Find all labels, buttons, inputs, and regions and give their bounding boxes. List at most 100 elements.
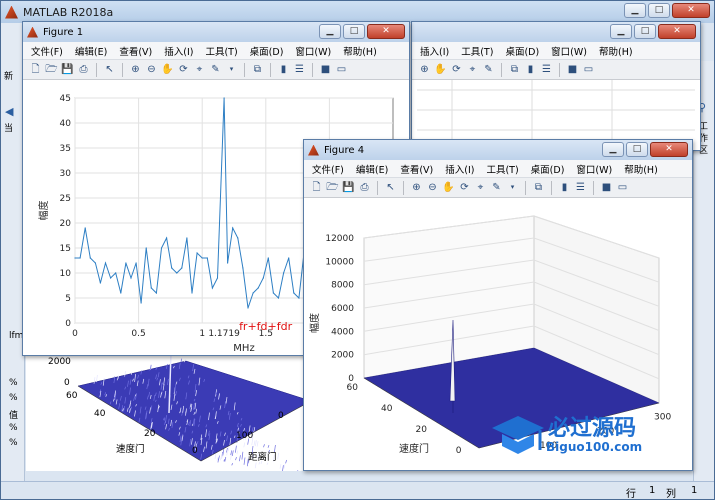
close-button[interactable]: ✕: [672, 3, 710, 18]
fig4-minimize-button[interactable]: ▁: [602, 142, 624, 157]
link-icon[interactable]: ⧉: [251, 63, 264, 76]
fig1-data-point: [196, 252, 198, 254]
legend-icon[interactable]: ☰: [574, 181, 587, 194]
new-file-icon[interactable]: 🗋: [310, 181, 323, 194]
cmd-line-2: %: [9, 393, 18, 403]
data-cursor-icon[interactable]: ⌖: [474, 181, 487, 194]
bg-menu-tools[interactable]: 工具(T): [461, 44, 493, 58]
fig1-data-point: [257, 287, 259, 289]
figure4-toolbar: 🗋 🗁 💾 ⎙ ↖ ⊕ ⊖ ✋ ⟳ ⌖ ✎ ▾ ⧉ ▮ ☰ ■ ▭: [304, 178, 692, 198]
matlab-titlebar: MATLAB R2018a ▁ □ ✕: [1, 1, 714, 23]
fig1-data-point: [155, 292, 157, 294]
save-icon[interactable]: 💾: [342, 181, 355, 194]
bg-noise-spike: [243, 442, 246, 448]
menu-help[interactable]: 帮助(H): [343, 44, 377, 58]
menu-desktop[interactable]: 桌面(D): [531, 162, 565, 176]
figure4-menubar: 文件(F) 编辑(E) 查看(V) 插入(I) 工具(T) 桌面(D) 窗口(W…: [304, 160, 692, 178]
new-file-icon[interactable]: 🗋: [29, 63, 42, 76]
zoom-out-icon[interactable]: ⊖: [426, 181, 439, 194]
pan-icon[interactable]: ✋: [442, 181, 455, 194]
brush-icon[interactable]: ✎: [490, 181, 503, 194]
fig1-maximize-button[interactable]: □: [343, 24, 365, 39]
menu-insert[interactable]: 插入(I): [445, 162, 474, 176]
bg-noise-spike: [243, 457, 246, 465]
menu-file[interactable]: 文件(F): [31, 44, 63, 58]
bg-minimize-button[interactable]: ▁: [610, 24, 632, 39]
rotate-icon[interactable]: ⟳: [450, 63, 463, 76]
fig1-data-point: [201, 257, 203, 259]
save-icon[interactable]: 💾: [61, 63, 74, 76]
legend-icon[interactable]: ☰: [293, 63, 306, 76]
zoom-in-icon[interactable]: ⊕: [418, 63, 431, 76]
pan-icon[interactable]: ✋: [434, 63, 447, 76]
data-cursor-icon[interactable]: ⌖: [466, 63, 479, 76]
fig1-data-point: [166, 237, 168, 239]
bg-noise-spike: [214, 453, 217, 459]
matlab-title: MATLAB R2018a: [23, 5, 114, 19]
link-icon[interactable]: ⧉: [508, 63, 521, 76]
brush-icon[interactable]: ✎: [209, 63, 222, 76]
zoom-in-icon[interactable]: ⊕: [410, 181, 423, 194]
hide-icon[interactable]: ■: [600, 181, 613, 194]
toolbar-separator: [551, 180, 552, 195]
link-icon[interactable]: ⧉: [532, 181, 545, 194]
menu-desktop[interactable]: 桌面(D): [250, 44, 284, 58]
colorbar-icon[interactable]: ▮: [277, 63, 290, 76]
menu-tools[interactable]: 工具(T): [486, 162, 518, 176]
maximize-button[interactable]: □: [648, 3, 670, 18]
menu-file[interactable]: 文件(F): [312, 162, 344, 176]
pointer-icon[interactable]: ↖: [384, 181, 397, 194]
fig1-data-point: [74, 257, 76, 259]
menu-window[interactable]: 窗口(W): [295, 44, 331, 58]
colorbar-icon[interactable]: ▮: [558, 181, 571, 194]
menu-view[interactable]: 查看(V): [400, 162, 433, 176]
open-folder-icon[interactable]: 🗁: [45, 63, 58, 76]
dropdown-arrow-icon[interactable]: ▾: [506, 181, 519, 194]
fig4-maximize-button[interactable]: □: [626, 142, 648, 157]
bg-menu-help[interactable]: 帮助(H): [599, 44, 633, 58]
bg-menu-insert[interactable]: 插入(I): [420, 44, 449, 58]
bg-maximize-button[interactable]: □: [634, 24, 656, 39]
zoom-in-icon[interactable]: ⊕: [129, 63, 142, 76]
dock-icon[interactable]: ▭: [582, 63, 595, 76]
bg-menu-desktop[interactable]: 桌面(D): [505, 44, 539, 58]
toolbar-separator: [559, 62, 560, 77]
pan-icon[interactable]: ✋: [161, 63, 174, 76]
rotate-icon[interactable]: ⟳: [458, 181, 471, 194]
legend-icon[interactable]: ☰: [540, 63, 553, 76]
menu-window[interactable]: 窗口(W): [576, 162, 612, 176]
open-folder-icon[interactable]: 🗁: [326, 181, 339, 194]
menu-edit[interactable]: 编辑(E): [356, 162, 388, 176]
dock-icon[interactable]: ▭: [335, 63, 348, 76]
cmd-line-3: 值: [9, 411, 19, 421]
data-cursor-icon[interactable]: ⌖: [193, 63, 206, 76]
print-icon[interactable]: ⎙: [358, 181, 371, 194]
figure-icon: [27, 26, 38, 38]
brush-icon[interactable]: ✎: [482, 63, 495, 76]
bg-ytick-60: 60: [66, 391, 78, 401]
hide-icon[interactable]: ■: [566, 63, 579, 76]
menu-tools[interactable]: 工具(T): [205, 44, 237, 58]
fig1-close-button[interactable]: ✕: [367, 24, 405, 39]
rotate-icon[interactable]: ⟳: [177, 63, 190, 76]
print-icon[interactable]: ⎙: [77, 63, 90, 76]
dropdown-arrow-icon[interactable]: ▾: [225, 63, 238, 76]
menu-help[interactable]: 帮助(H): [624, 162, 658, 176]
back-arrow-icon[interactable]: ◀: [5, 105, 13, 118]
zoom-out-icon[interactable]: ⊖: [145, 63, 158, 76]
bg-close-button[interactable]: ✕: [658, 24, 696, 39]
menu-insert[interactable]: 插入(I): [164, 44, 193, 58]
fig1-minimize-button[interactable]: ▁: [319, 24, 341, 39]
toolbar-separator: [270, 62, 271, 77]
pointer-icon[interactable]: ↖: [103, 63, 116, 76]
bg-menu-window[interactable]: 窗口(W): [551, 44, 587, 58]
dock-icon[interactable]: ▭: [616, 181, 629, 194]
figure1-toolbar: 🗋 🗁 💾 ⎙ ↖ ⊕ ⊖ ✋ ⟳ ⌖ ✎ ▾ ⧉ ▮ ☰ ■ ▭: [23, 60, 409, 80]
minimize-button[interactable]: ▁: [624, 3, 646, 18]
menu-edit[interactable]: 编辑(E): [75, 44, 107, 58]
hide-icon[interactable]: ■: [319, 63, 332, 76]
menu-view[interactable]: 查看(V): [119, 44, 152, 58]
fig1-data-point: [115, 272, 117, 274]
fig4-close-button[interactable]: ✕: [650, 142, 688, 157]
colorbar-icon[interactable]: ▮: [524, 63, 537, 76]
